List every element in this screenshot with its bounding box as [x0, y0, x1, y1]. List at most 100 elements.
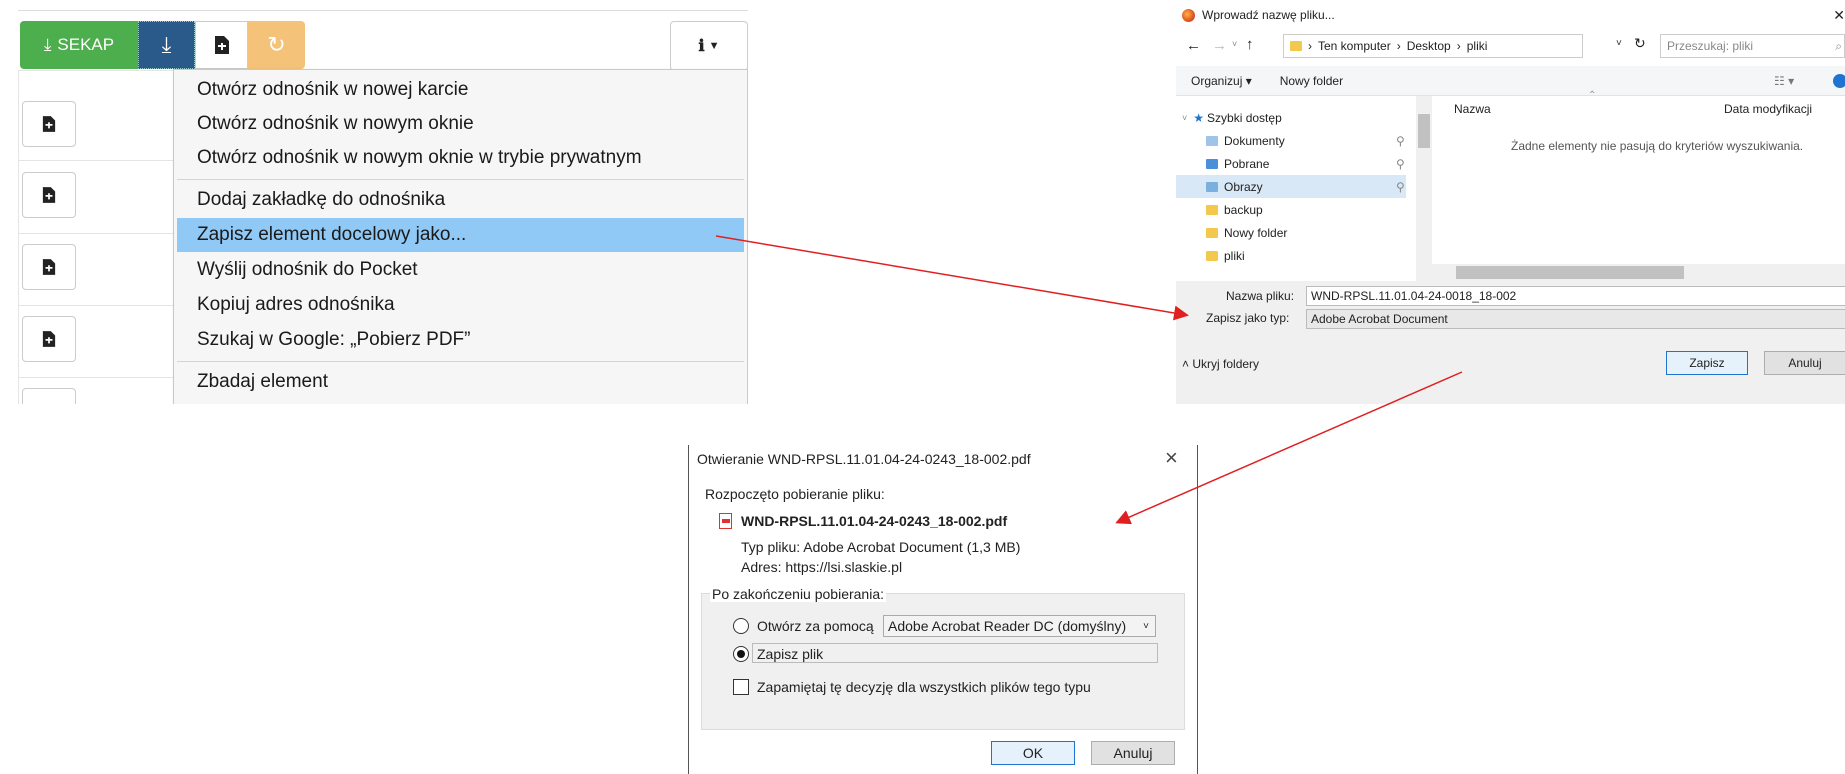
open-download-dialog: Otwieranie WND-RPSL.11.01.04-24-0243_18-…: [688, 445, 1198, 774]
download-icon: ⤓: [43, 35, 52, 54]
save-dialog-footer: Nazwa pliku: WND-RPSL.11.01.04-24-0018_1…: [1176, 281, 1845, 404]
breadcrumb-item[interactable]: Ten komputer: [1318, 39, 1391, 53]
documents-folder-icon: [1206, 135, 1218, 146]
breadcrumb-item[interactable]: Desktop: [1407, 39, 1451, 53]
chevron-up-icon: ˄: [1182, 357, 1190, 371]
open-with-radio[interactable]: [733, 618, 749, 634]
column-header-name[interactable]: Nazwa: [1454, 102, 1491, 116]
download-started-label: Rozpoczęto pobieranie pliku:: [705, 486, 885, 502]
table-border: [18, 70, 19, 404]
filename-input[interactable]: WND-RPSL.11.01.04-24-0018_18-002: [1306, 286, 1845, 306]
menu-item-open-private-window[interactable]: Otwórz odnośnik w nowym oknie w trybie p…: [177, 141, 744, 175]
tree-item-pliki[interactable]: pliki: [1176, 244, 1406, 267]
refresh-icon: ↻: [267, 32, 286, 57]
menu-item-bookmark-link[interactable]: Dodaj zakładkę do odnośnika: [177, 183, 744, 217]
tree-item-backup[interactable]: backup: [1176, 198, 1406, 221]
table-border: [18, 70, 178, 71]
folder-tree: ˅ ★ Szybki dostęp Dokumenty ⚲ Pobrane ⚲ …: [1176, 96, 1406, 281]
file-address-line: Adres: https://lsi.slaskie.pl: [741, 559, 903, 575]
row-download-button[interactable]: [22, 172, 76, 218]
files-scrollbar-thumb[interactable]: [1456, 266, 1684, 279]
row-download-button[interactable]: [22, 101, 76, 147]
info-icon: ℹ: [698, 38, 705, 55]
breadcrumb-item[interactable]: pliki: [1467, 39, 1488, 53]
tree-scrollbar-thumb[interactable]: [1418, 114, 1430, 148]
menu-item-open-new-tab[interactable]: Otwórz odnośnik w nowej karcie: [177, 73, 744, 107]
file-download-icon: [42, 259, 56, 275]
pin-icon: ⚲: [1396, 133, 1405, 148]
ok-button[interactable]: OK: [991, 741, 1075, 765]
column-header-modified[interactable]: Data modyfikacji: [1724, 102, 1812, 116]
download-button[interactable]: ⤓: [138, 21, 195, 69]
open-with-select[interactable]: Adobe Acrobat Reader DC (domyślny) ˅: [883, 615, 1156, 637]
star-icon: ★: [1193, 110, 1205, 125]
cancel-button[interactable]: Anuluj: [1091, 741, 1175, 765]
row-download-button[interactable]: [22, 316, 76, 362]
menu-item-inspect[interactable]: Zbadaj element: [177, 365, 744, 399]
up-arrow-icon[interactable]: ↑: [1246, 36, 1254, 53]
folder-icon: [1206, 227, 1218, 238]
organize-button[interactable]: Organizuj ▾: [1191, 74, 1252, 88]
open-with-option[interactable]: Otwórz za pomocą: [733, 618, 874, 634]
table-border: [18, 377, 178, 378]
cancel-button[interactable]: Anuluj: [1764, 351, 1845, 375]
menu-separator: [177, 179, 744, 180]
save-dialog-title: Wprowadź nazwę pliku...: [1202, 8, 1335, 22]
address-bar[interactable]: › Ten komputer › Desktop › pliki: [1283, 34, 1583, 58]
breadcrumb-separator: ›: [1456, 39, 1461, 53]
menu-item-search-google[interactable]: Szukaj w Google: „Pobierz PDF”: [177, 323, 744, 357]
remember-decision-option[interactable]: Zapamiętaj tę decyzję dla wszystkich pli…: [733, 679, 1091, 695]
refresh-button[interactable]: ↻: [248, 21, 305, 69]
downloads-folder-icon: [1206, 158, 1218, 169]
close-icon[interactable]: ×: [1165, 445, 1178, 471]
file-download-icon: [214, 36, 229, 54]
open-with-label: Otwórz za pomocą: [757, 618, 874, 634]
view-options-icon[interactable]: ☷ ▾: [1774, 74, 1794, 88]
hide-folders-toggle[interactable]: ˄ Ukryj foldery: [1182, 357, 1259, 371]
file-download-icon: [42, 187, 56, 203]
tree-item-pobrane[interactable]: Pobrane ⚲: [1176, 152, 1406, 175]
chevron-down-icon[interactable]: ˅: [1232, 39, 1237, 49]
chevron-down-icon[interactable]: ˅: [1616, 38, 1622, 49]
back-arrow-icon[interactable]: ←: [1186, 37, 1201, 54]
file-download-icon: [42, 116, 56, 132]
tree-item-obrazy[interactable]: Obrazy ⚲: [1176, 175, 1406, 198]
table-border: [18, 233, 178, 234]
new-folder-button[interactable]: Nowy folder: [1280, 74, 1343, 88]
breadcrumb-separator: ›: [1308, 39, 1312, 53]
tree-item-quick-access[interactable]: ˅ ★ Szybki dostęp: [1176, 106, 1406, 129]
document-download-button[interactable]: [195, 21, 248, 69]
search-placeholder: Przeszukaj: pliki: [1667, 39, 1754, 53]
context-menu: Otwórz odnośnik w nowej karcie Otwórz od…: [173, 69, 748, 404]
focus-outline: [752, 643, 1158, 663]
forward-arrow-icon[interactable]: →: [1212, 37, 1227, 54]
tree-item-dokumenty[interactable]: Dokumenty ⚲: [1176, 129, 1406, 152]
refresh-icon[interactable]: ↻: [1634, 35, 1646, 52]
table-border: [18, 160, 178, 161]
save-dialog: Wprowadź nazwę pliku... ✕ ← → ˅ ↑ › Ten …: [1176, 0, 1845, 404]
save-button[interactable]: Zapisz: [1666, 351, 1748, 375]
search-input[interactable]: Przeszukaj: pliki ⌕: [1660, 34, 1845, 58]
menu-item-send-to-pocket[interactable]: Wyślij odnośnik do Pocket: [177, 253, 744, 287]
menu-item-open-new-window[interactable]: Otwórz odnośnik w nowym oknie: [177, 107, 744, 141]
type-select[interactable]: Adobe Acrobat Document: [1306, 309, 1845, 329]
breadcrumb-separator: ›: [1396, 39, 1401, 53]
tree-item-nowy-folder[interactable]: Nowy folder: [1176, 221, 1406, 244]
save-file-radio[interactable]: [733, 646, 749, 662]
dialog-toolbar: Organizuj ▾ Nowy folder ☷ ▾: [1176, 66, 1845, 96]
folder-icon: [1290, 41, 1302, 51]
help-icon[interactable]: [1833, 73, 1845, 88]
sekap-download-button[interactable]: ⤓ SEKAP: [20, 21, 138, 69]
open-with-value: Adobe Acrobat Reader DC (domyślny): [888, 618, 1127, 634]
row-download-button[interactable]: [22, 244, 76, 290]
menu-item-copy-link[interactable]: Kopiuj adres odnośnika: [177, 288, 744, 322]
browser-page-panel: ⤓ SEKAP ⤓ ↻ ℹ ▼ Otwórz odnośnik w nowej …: [0, 0, 748, 404]
remember-checkbox[interactable]: [733, 679, 749, 695]
type-label: Zapisz jako typ:: [1206, 311, 1290, 325]
sekap-label: SEKAP: [57, 35, 115, 54]
info-dropdown-button[interactable]: ℹ ▼: [670, 21, 748, 71]
close-icon[interactable]: ✕: [1833, 7, 1845, 24]
row-download-button[interactable]: [22, 388, 76, 404]
menu-item-save-link-as[interactable]: Zapisz element docelowy jako...: [177, 218, 744, 252]
empty-results-message: Żadne elementy nie pasują do kryteriów w…: [1511, 139, 1804, 153]
